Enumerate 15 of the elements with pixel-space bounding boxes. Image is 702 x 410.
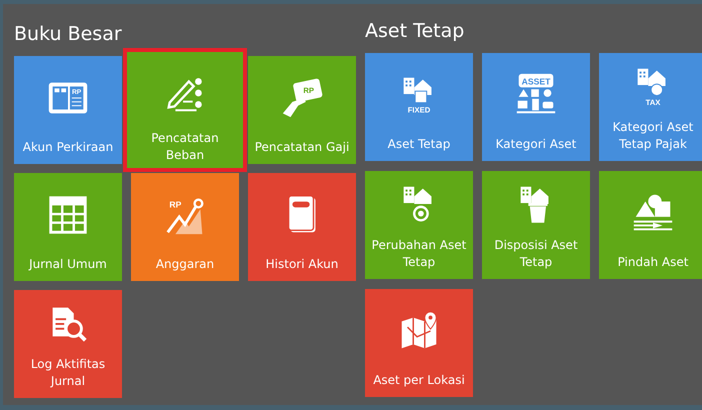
menu-tile[interactable]: Jurnal Umum xyxy=(14,173,122,281)
group-title: Buku Besar xyxy=(14,22,123,46)
menu-tile[interactable]: Disposisi Aset Tetap xyxy=(482,171,590,279)
menu-tile[interactable]: Log Aktifitas Jurnal xyxy=(14,290,122,398)
menu-tile[interactable]: RP Pencatatan Gaji xyxy=(248,56,356,164)
menu-tile[interactable]: RP Anggaran xyxy=(131,173,239,281)
menu-tile[interactable]: ASSET Kategori Aset xyxy=(482,53,590,161)
menu-tile[interactable]: Perubahan Aset Tetap xyxy=(365,171,473,279)
menu-tile[interactable]: Histori Akun xyxy=(248,173,356,281)
menu-tile[interactable]: Aset per Lokasi xyxy=(365,289,473,397)
menu-tile[interactable]: Pindah Aset xyxy=(599,171,702,279)
menu-tile[interactable]: FIXED Aset Tetap xyxy=(365,53,473,161)
menu-tile[interactable]: Pencatatan Beban xyxy=(123,48,247,172)
menu-tile[interactable]: TAX Kategori Aset Tetap Pajak xyxy=(599,53,702,161)
group-title: Aset Tetap xyxy=(365,19,466,43)
